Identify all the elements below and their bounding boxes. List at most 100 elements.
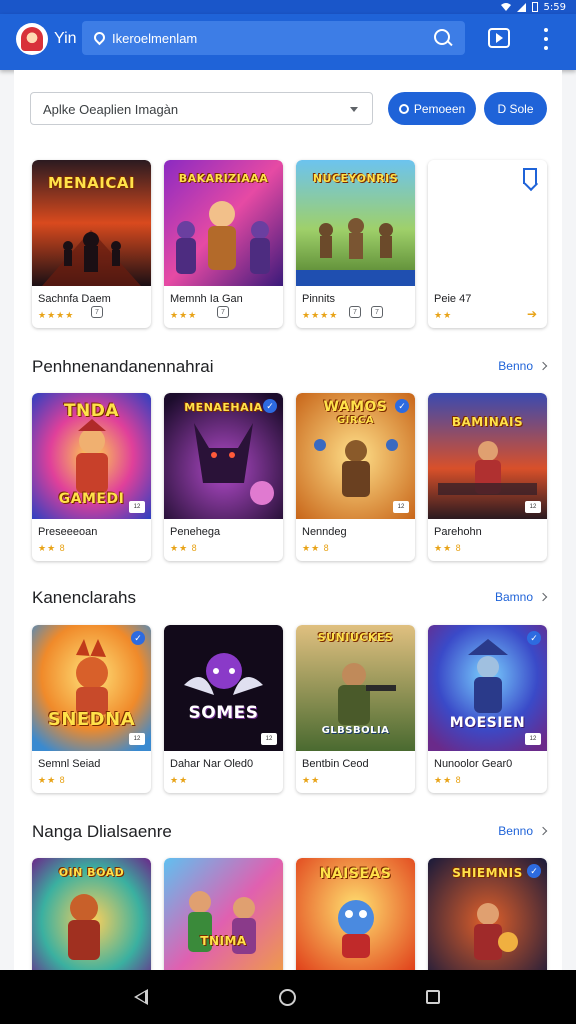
game-art-logo: NAISEAS	[319, 866, 392, 882]
game-card[interactable]: SUNIUCKES GLBSBOLIA Bentbin Ceod ★★	[296, 625, 415, 793]
section-more-link[interactable]: Benno	[498, 359, 548, 373]
verified-icon: ✓	[395, 399, 409, 413]
game-art-logo: BAKARIZIAAA	[178, 172, 269, 185]
featured-card[interactable]: Peie 47 ★★ ➔	[428, 160, 547, 328]
rating-tag-icon: 12	[393, 501, 409, 513]
section-more-label: Bamno	[494, 590, 533, 604]
game-title: Penehega	[170, 526, 221, 538]
game-title: Nunoolor Gear0	[434, 758, 513, 770]
game-card[interactable]: TNIMA 12	[164, 858, 283, 970]
top-app-bar: Yin Ikeroelmenlam	[0, 14, 576, 70]
game-art-logo: BAMINAIS	[451, 415, 524, 429]
game-title: Pinnits	[302, 293, 336, 305]
game-card[interactable]: WAMOS GIRCA ✓ 12 Nenndeg ★★ 8	[296, 393, 415, 561]
game-card[interactable]: BAMINAIS 12 Parehohn ★★ 8	[428, 393, 547, 561]
game-art-subtitle: GLBSBOLIA	[321, 725, 390, 736]
section-more-label: Benno	[498, 359, 533, 373]
game-rating: ★★★	[170, 310, 198, 320]
game-title: Semnl Seiad	[38, 758, 101, 770]
section-more-link[interactable]: Benno	[498, 824, 548, 838]
game-card[interactable]: OIN BOAD 12	[32, 858, 151, 970]
game-art-logo: TNDA	[63, 401, 120, 421]
game-card[interactable]: SHIEMNIS ✓	[428, 858, 547, 970]
age-rating-icon: 7	[349, 306, 361, 318]
game-art: OIN BOAD 12	[32, 858, 151, 970]
game-art: SOMES 12	[164, 625, 283, 751]
game-rating: ★★ 8	[302, 543, 330, 553]
more-vert-icon[interactable]	[540, 28, 552, 50]
game-rating: ★★ 8	[38, 543, 66, 553]
location-icon	[92, 31, 106, 45]
filter-pill-secondary-label: D Sole	[497, 101, 534, 116]
category-select-value: Aplke Oeaplien Imagàn	[43, 102, 179, 117]
game-card[interactable]: SOMES 12 Dahar Nar Oled0 ★★	[164, 625, 283, 793]
game-art-logo: MENAICAI	[47, 174, 136, 192]
game-title: Preseeeoan	[38, 526, 98, 538]
game-rating: ★★★★	[302, 310, 339, 320]
play-store-icon[interactable]	[488, 28, 510, 48]
filter-pill-primary[interactable]: Pemoeen	[388, 92, 476, 125]
game-title: Bentbin Ceod	[302, 758, 369, 770]
app-root: 5:59 Yin Ikeroelmenlam Aplke Oeaplien Im…	[0, 0, 576, 1024]
chevron-right-icon	[538, 361, 548, 371]
search-icon[interactable]	[433, 28, 453, 48]
content-area: Aplke Oeaplien Imagàn Pemoeen D Sole MEN…	[14, 70, 562, 970]
game-rating: ★★	[170, 775, 189, 785]
game-art-logo: OIN BOAD	[58, 866, 125, 879]
search-input[interactable]: Ikeroelmenlam	[112, 31, 433, 46]
game-art: WAMOS GIRCA ✓ 12	[296, 393, 415, 519]
wifi-icon	[500, 3, 511, 11]
game-card[interactable]: SNEDNA ✓ 12 Semnl Seiad ★★ 8	[32, 625, 151, 793]
game-rating: ★★	[302, 775, 321, 785]
section-title: Nanga Dlialsaenre	[32, 822, 172, 841]
game-rating: ★★★★	[38, 310, 75, 320]
game-card[interactable]: MENAEHAIA ✓ Penehega ★★ 8	[164, 393, 283, 561]
age-rating-icon: 7	[217, 306, 229, 318]
back-icon[interactable]	[134, 989, 148, 1005]
app-title: Yin	[54, 30, 77, 47]
chevron-right-icon	[538, 592, 548, 602]
game-art: MOESIEN ✓ 12	[428, 625, 547, 751]
section-title: Kanenclarahs	[32, 588, 136, 607]
game-rating: ★★ 8	[434, 543, 462, 553]
verified-icon: ✓	[527, 631, 541, 645]
filter-pill-secondary[interactable]: D Sole	[484, 92, 547, 125]
game-rating: ★★	[434, 310, 453, 320]
game-art-logo: SUNIUCKES	[317, 631, 394, 644]
info-icon: 7	[371, 306, 383, 318]
featured-card[interactable]: NUCEYONRIS Pinnits ★★★★ 7 7	[296, 160, 415, 328]
rating-tag-icon: 12	[525, 733, 541, 745]
game-art: NUCEYONRIS	[296, 160, 415, 286]
game-card[interactable]: MOESIEN ✓ 12 Nunoolor Gear0 ★★ 8	[428, 625, 547, 793]
dropdown-caret-icon	[350, 107, 358, 112]
recents-icon[interactable]	[426, 990, 440, 1004]
section-more-link[interactable]: Bamno	[494, 590, 548, 604]
game-card[interactable]: TNDA GAMEDI 12 Preseeeoan ★★ 8	[32, 393, 151, 561]
game-art: TNDA GAMEDI 12	[32, 393, 151, 519]
bookmark-icon[interactable]	[523, 168, 537, 184]
signal-icon	[516, 2, 526, 12]
rating-tag-icon: 12	[261, 733, 277, 745]
featured-card[interactable]: MENAICAI Sachnfa Daem ★★★★ 7	[32, 160, 151, 328]
system-nav-bar	[0, 970, 576, 1024]
featured-card[interactable]: BAKARIZIAAA Memnh Ia Gan ★★★ 7	[164, 160, 283, 328]
game-title: Nenndeg	[302, 526, 347, 538]
share-icon[interactable]: ➔	[527, 307, 537, 321]
game-title: Sachnfa Daem	[38, 293, 111, 305]
game-title: Parehohn	[434, 526, 482, 538]
game-art: SNEDNA ✓ 12	[32, 625, 151, 751]
game-rating: ★★ 8	[434, 775, 462, 785]
rating-tag-icon: 12	[525, 501, 541, 513]
status-bar: 5:59	[0, 0, 576, 14]
game-art: MENAICAI	[32, 160, 151, 286]
home-icon[interactable]	[279, 989, 296, 1006]
game-card[interactable]: NAISEAS	[296, 858, 415, 970]
verified-icon: ✓	[131, 631, 145, 645]
category-select[interactable]: Aplke Oeaplien Imagàn	[30, 92, 373, 125]
verified-icon: ✓	[527, 864, 541, 878]
game-title: Dahar Nar Oled0	[170, 758, 254, 770]
game-art: NAISEAS	[296, 858, 415, 970]
search-bar[interactable]: Ikeroelmenlam	[82, 21, 465, 55]
avatar[interactable]	[16, 23, 48, 55]
verified-icon: ✓	[263, 399, 277, 413]
